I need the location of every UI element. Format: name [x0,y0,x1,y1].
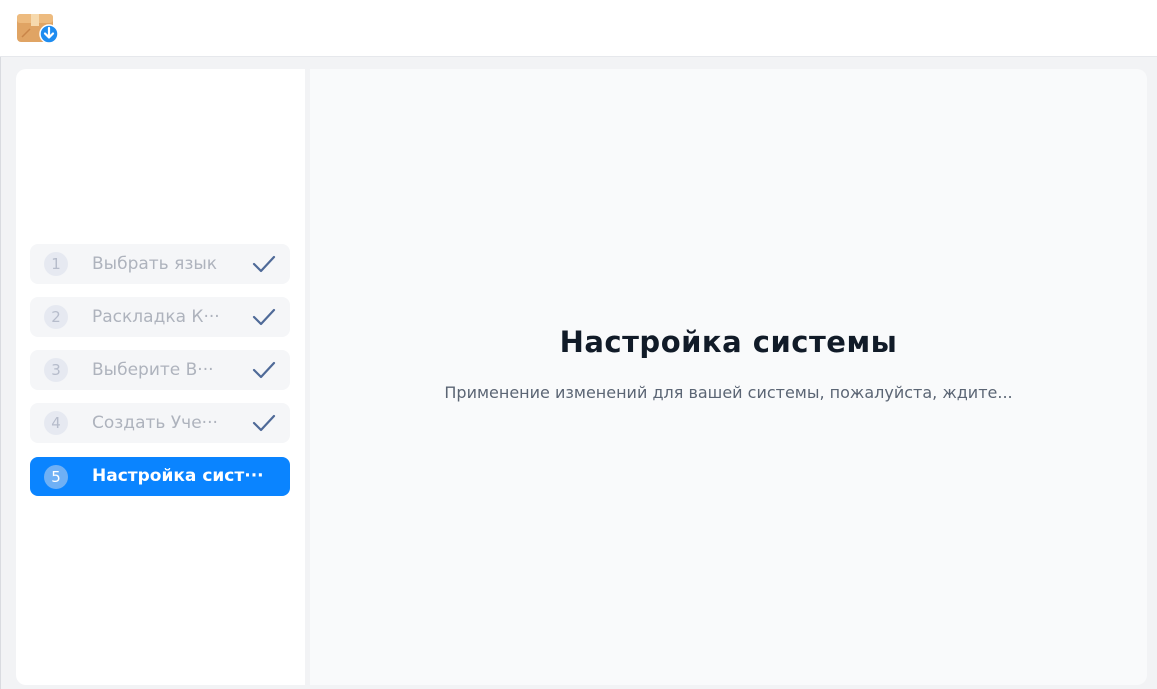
step-4-create-account: 4 Создать Уче··· [30,403,290,443]
step-label: Создать Уче··· [92,413,218,433]
step-2-keyboard-layout: 2 Раскладка К··· [30,297,290,337]
title-bar [0,0,1157,57]
step-number: 2 [44,305,68,329]
steps-sidebar: 1 Выбрать язык 2 Раскладка К··· 3 Выбери… [16,69,305,685]
checkmark-icon [252,414,276,432]
step-3-select-disk: 3 Выберите В··· [30,350,290,390]
checkmark-icon [252,308,276,326]
step-label: Выберите В··· [92,360,214,380]
step-number: 1 [44,252,68,276]
installer-app-icon [16,11,60,45]
step-label: Настройка сист··· [92,466,264,486]
step-label: Раскладка К··· [92,307,220,327]
page-title: Настройка системы [559,325,898,359]
step-number: 4 [44,411,68,435]
step-label: Выбрать язык [92,254,218,274]
step-5-system-setup: 5 Настройка сист··· [30,457,290,496]
status-message: Применение изменений для вашей системы, … [444,383,1013,402]
checkmark-icon [252,361,276,379]
main-content: Настройка системы Применение изменений д… [310,69,1147,685]
step-number: 5 [44,465,68,489]
step-1-select-language: 1 Выбрать язык [30,244,290,284]
step-number: 3 [44,358,68,382]
checkmark-icon [252,255,276,273]
